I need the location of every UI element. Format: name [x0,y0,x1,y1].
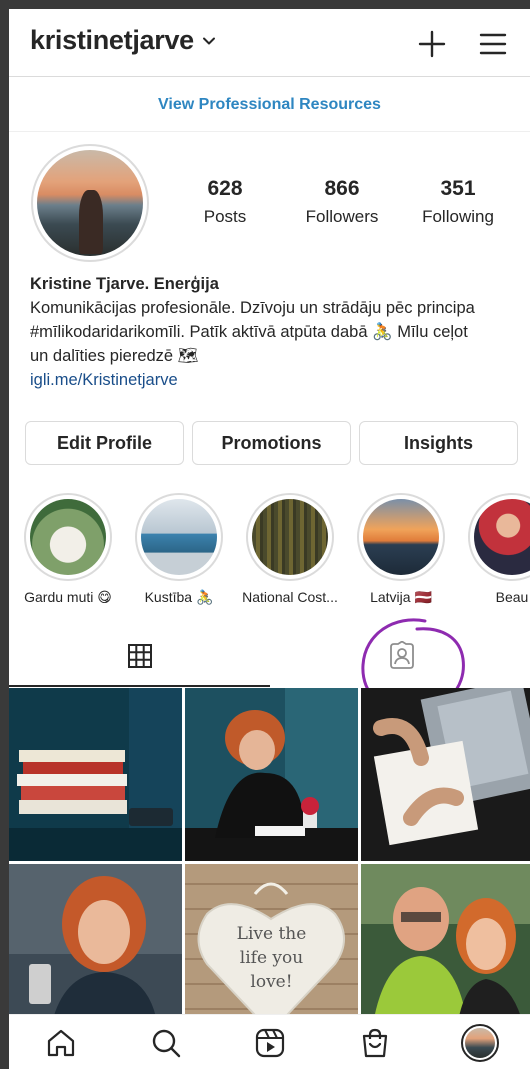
bio-line-2: #mīlikodaridarikomīli. Patīk aktīvā atpū… [30,323,468,341]
bio-link[interactable]: igli.me/Kristinetjarve [30,368,525,392]
highlight-item[interactable]: Latvija 🇱🇻 [346,493,456,606]
search-icon[interactable] [150,1027,182,1059]
highlight-cover [30,499,106,575]
insights-button[interactable]: Insights [359,421,518,465]
grid-post[interactable] [185,688,358,861]
highlight-ring [246,493,334,581]
highlight-ring [468,493,530,581]
posts-grid: Live the life you love! [9,688,530,1037]
posts-number: 628 [207,177,243,200]
profile-bio: Kristine Tjarve. Enerģija Komunikācijas … [30,272,525,392]
highlight-cover [474,499,530,575]
followers-number: 866 [324,177,360,200]
highlight-ring [24,493,112,581]
following-label: Following [422,207,494,226]
profile-avatar[interactable] [31,144,149,262]
heart-sign-line: love! [250,972,293,992]
highlight-label: Kustība 🚴 [144,589,214,605]
promotions-button[interactable]: Promotions [192,421,351,465]
bio-line-3: un dalīties pieredzē 🗺 [30,347,199,365]
following-count[interactable]: 351 Following [403,177,513,227]
highlight-item[interactable]: Gardu muti 😋 [13,493,123,606]
posts-count[interactable]: 628 Posts [170,177,280,227]
home-icon[interactable] [45,1027,77,1059]
profile-avatar-tab[interactable] [461,1024,499,1062]
menu-icon[interactable] [478,29,508,59]
profile-photo [37,150,143,256]
following-number: 351 [440,177,476,200]
highlight-cover [363,499,439,575]
highlight-item[interactable]: Kustība 🚴 [124,493,234,606]
post-image [9,688,182,861]
professional-resources-banner[interactable]: View Professional Resources [9,78,530,132]
shop-icon[interactable] [359,1027,391,1059]
heart-sign-line: Live the [236,924,307,944]
bottom-navigation [9,1014,530,1069]
chevron-down-icon [202,37,215,44]
highlight-ring [135,493,223,581]
posts-label: Posts [203,207,247,226]
grid-post[interactable] [9,688,182,861]
username: kristinetjarve [30,25,194,55]
grid-post[interactable] [9,864,182,1037]
highlight-cover [252,499,328,575]
highlight-ring [357,493,445,581]
highlight-item[interactable]: Beau [457,493,530,605]
plus-icon[interactable] [417,29,447,59]
grid-icon [128,644,152,668]
highlight-label: National Cost... [242,589,338,605]
display-name: Kristine Tjarve. Enerģija [30,275,219,293]
grid-post[interactable] [361,688,530,861]
post-image [361,864,530,1037]
post-image [185,688,358,861]
heart-sign-text: Live the life you love! [185,922,358,994]
professional-resources-link[interactable]: View Professional Resources [158,96,381,113]
highlight-cover [141,499,217,575]
highlight-item[interactable]: National Cost... [235,493,345,605]
followers-label: Followers [305,207,379,226]
account-switcher[interactable]: kristinetjarve [30,25,216,56]
highlight-label: Beau [495,589,529,605]
top-bar: kristinetjarve [9,9,530,77]
edit-profile-button[interactable]: Edit Profile [25,421,184,465]
bio-line-1: Komunikācijas profesionāle. Dzīvoju un s… [30,299,475,317]
profile-screen: kristinetjarve View Professional Resourc… [9,9,530,1069]
tab-posts-grid[interactable] [9,625,270,687]
reels-icon[interactable] [254,1027,286,1059]
highlight-label: Latvija 🇱🇻 [370,589,432,605]
grid-post[interactable]: Live the life you love! [185,864,358,1037]
post-image [9,864,182,1037]
avatar [465,1028,495,1058]
post-image [361,688,530,861]
followers-count[interactable]: 866 Followers [287,177,397,227]
heart-sign-line: life you [239,948,304,968]
grid-post[interactable] [361,864,530,1037]
highlight-label: Gardu muti 😋 [24,589,112,605]
